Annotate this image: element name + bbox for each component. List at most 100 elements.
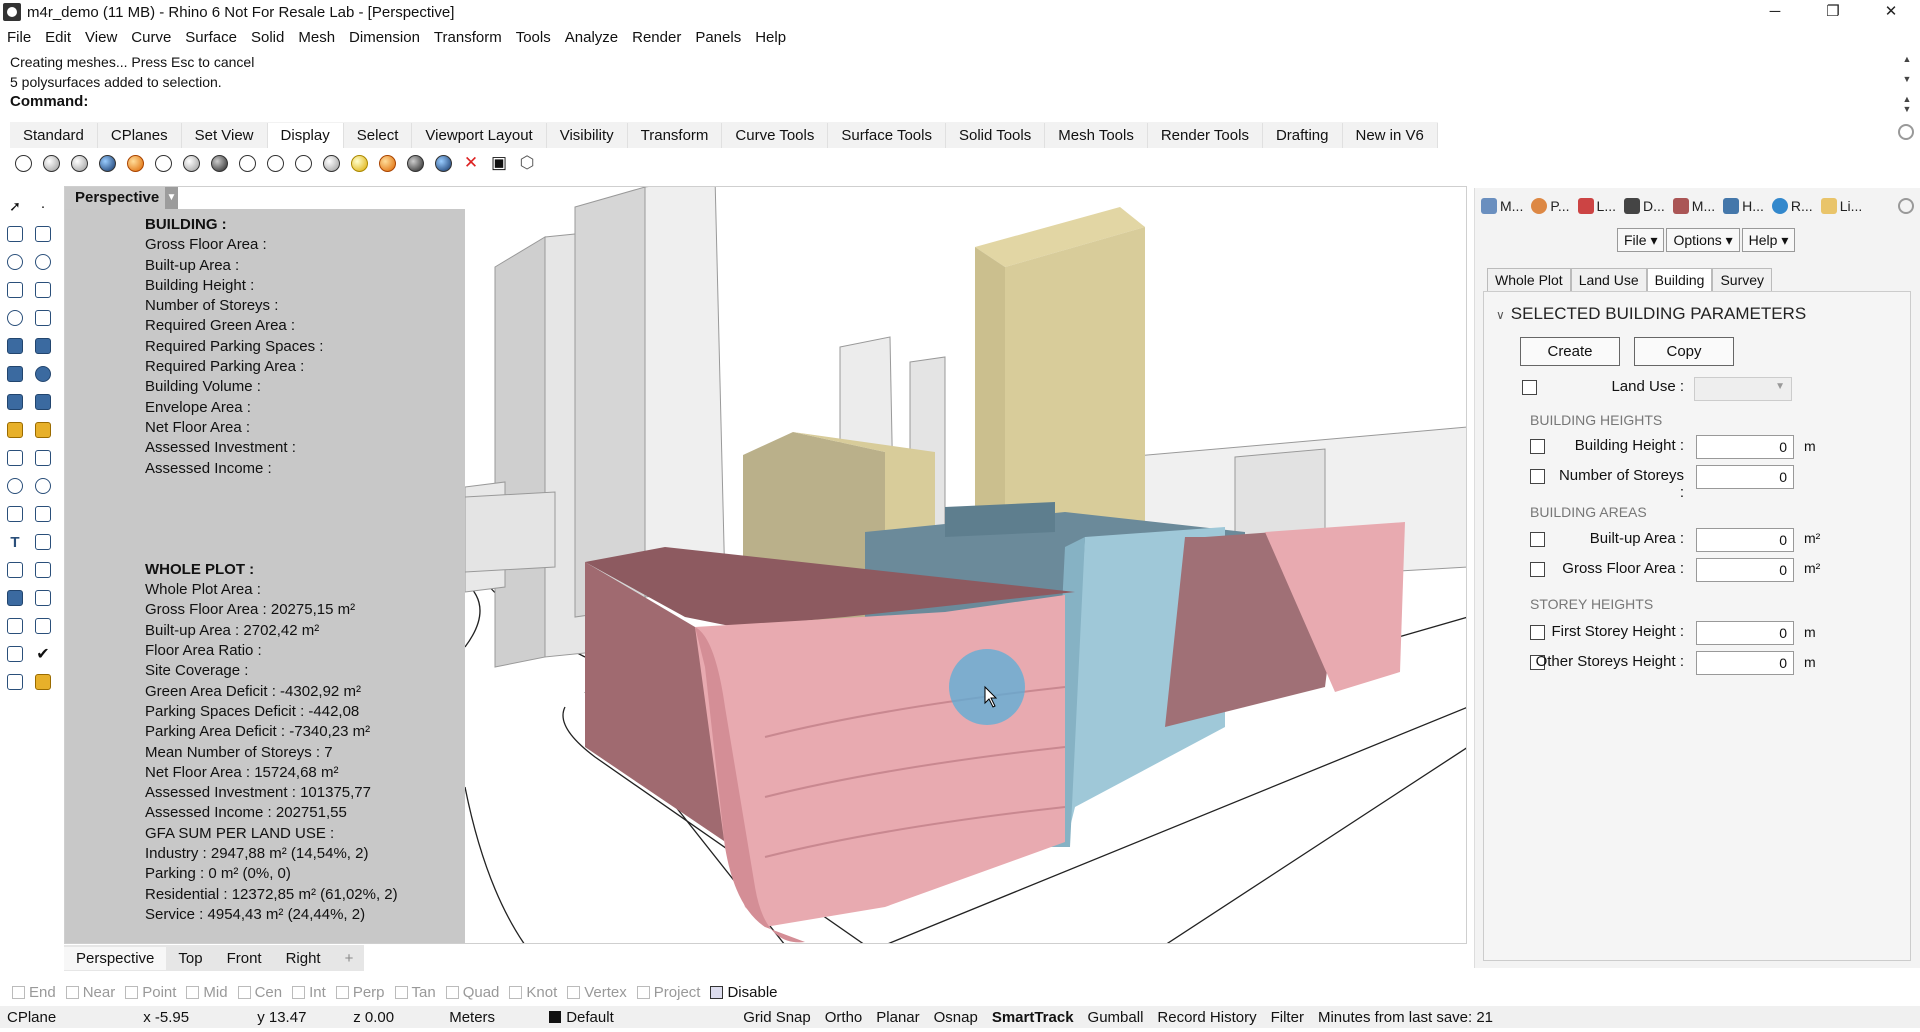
status-osnap[interactable]: Osnap bbox=[927, 1009, 985, 1026]
mesh-icon[interactable] bbox=[32, 391, 54, 413]
menu-solid[interactable]: Solid bbox=[244, 29, 291, 46]
tab-mesh-tools[interactable]: Mesh Tools bbox=[1045, 122, 1148, 148]
menu-curve[interactable]: Curve bbox=[124, 29, 178, 46]
command-scroll-up-icon[interactable]: ▲ bbox=[1900, 94, 1914, 104]
land-use-checkbox[interactable] bbox=[1522, 380, 1537, 395]
arctic-sphere-icon[interactable] bbox=[124, 152, 146, 174]
osnap-tan[interactable]: Tan bbox=[394, 984, 436, 1001]
menu-mesh[interactable]: Mesh bbox=[291, 29, 342, 46]
subtab-whole-plot[interactable]: Whole Plot bbox=[1487, 268, 1571, 292]
menu-panels[interactable]: Panels bbox=[688, 29, 748, 46]
minimize-button[interactable]: ─ bbox=[1746, 0, 1804, 22]
polygon-icon[interactable] bbox=[4, 307, 26, 329]
technical-sphere-icon[interactable] bbox=[180, 152, 202, 174]
fillet-icon[interactable] bbox=[4, 503, 26, 525]
tab-solid-tools[interactable]: Solid Tools bbox=[946, 122, 1046, 148]
other-storeys-input[interactable]: 0 bbox=[1696, 651, 1794, 675]
subtab-building[interactable]: Building bbox=[1646, 268, 1713, 292]
toolbar-settings-gear-icon[interactable] bbox=[1898, 124, 1914, 140]
tab-curve-tools[interactable]: Curve Tools bbox=[722, 122, 829, 148]
tab-standard[interactable]: Standard bbox=[10, 122, 98, 148]
rendered-sphere-icon[interactable] bbox=[96, 152, 118, 174]
subtab-survey[interactable]: Survey bbox=[1712, 268, 1773, 292]
zoom-selected-icon[interactable] bbox=[432, 152, 454, 174]
ghosted-sphere-icon[interactable] bbox=[68, 152, 90, 174]
join-icon[interactable] bbox=[4, 475, 26, 497]
section-sphere-icon[interactable] bbox=[376, 152, 398, 174]
cylinder-icon[interactable] bbox=[4, 391, 26, 413]
panel-tab-materials[interactable]: M... bbox=[1481, 194, 1523, 218]
freeform-icon[interactable] bbox=[32, 307, 54, 329]
menu-dimension[interactable]: Dimension bbox=[342, 29, 427, 46]
tab-transform[interactable]: Transform bbox=[628, 122, 723, 148]
tab-new-in-v6[interactable]: New in V6 bbox=[1343, 122, 1438, 148]
perspective-viewport[interactable]: Perspective ▼ BUILDING : Gross Floor Are… bbox=[64, 186, 1467, 944]
panel-tab-properties[interactable]: P... bbox=[1531, 194, 1570, 218]
menu-edit[interactable]: Edit bbox=[38, 29, 78, 46]
panel-tab-help[interactable]: H... bbox=[1723, 194, 1764, 218]
sphere-solid-icon[interactable] bbox=[32, 363, 54, 385]
menu-help[interactable]: Help bbox=[748, 29, 793, 46]
command-scroll-down-icon[interactable]: ▼ bbox=[1900, 104, 1914, 114]
viewport-tab-top[interactable]: Top bbox=[166, 947, 214, 970]
tab-drafting[interactable]: Drafting bbox=[1263, 122, 1343, 148]
status-planar[interactable]: Planar bbox=[869, 1009, 926, 1026]
storeys-input[interactable]: 0 bbox=[1696, 465, 1794, 489]
panel-tab-display[interactable]: D... bbox=[1624, 194, 1665, 218]
panel-settings-gear-icon[interactable] bbox=[1898, 198, 1914, 214]
close-button[interactable]: ✕ bbox=[1862, 0, 1920, 22]
osnap-cen[interactable]: Cen bbox=[237, 984, 282, 1001]
shaded-sphere-icon[interactable] bbox=[40, 152, 62, 174]
capsule-icon[interactable] bbox=[264, 152, 286, 174]
lightning-icon[interactable] bbox=[32, 419, 54, 441]
scale-icon[interactable] bbox=[32, 531, 54, 553]
gfa-checkbox[interactable] bbox=[1530, 562, 1545, 577]
builtup-area-checkbox[interactable] bbox=[1530, 532, 1545, 547]
storeys-checkbox[interactable] bbox=[1530, 469, 1545, 484]
render-icon[interactable] bbox=[4, 671, 26, 693]
history-scroll-up-icon[interactable]: ▲ bbox=[1900, 54, 1914, 64]
wireframe-sphere-icon[interactable] bbox=[12, 152, 34, 174]
panel-tab-libraries[interactable]: Li... bbox=[1820, 194, 1862, 218]
text-icon[interactable]: T bbox=[4, 531, 26, 553]
align-icon[interactable] bbox=[32, 559, 54, 581]
boolean-icon[interactable] bbox=[4, 419, 26, 441]
section-header[interactable]: ∨ SELECTED BUILDING PARAMETERS bbox=[1496, 304, 1806, 324]
osnap-knot[interactable]: Knot bbox=[509, 984, 557, 1001]
chevron-down-icon[interactable]: ∨ bbox=[1496, 308, 1505, 322]
tab-viewport-layout[interactable]: Viewport Layout bbox=[412, 122, 547, 148]
tab-surface-tools[interactable]: Surface Tools bbox=[828, 122, 946, 148]
menu-transform[interactable]: Transform bbox=[427, 29, 509, 46]
status-smarttrack[interactable]: SmartTrack bbox=[985, 1009, 1081, 1026]
building-height-checkbox[interactable] bbox=[1530, 439, 1545, 454]
gfa-input[interactable]: 0 bbox=[1696, 558, 1794, 582]
3d-scene[interactable] bbox=[465, 187, 1467, 944]
osnap-quad[interactable]: Quad bbox=[445, 984, 499, 1001]
osnap-project[interactable]: Project bbox=[636, 984, 700, 1001]
status-ortho[interactable]: Ortho bbox=[818, 1009, 870, 1026]
subtab-land-use[interactable]: Land Use bbox=[1570, 268, 1647, 292]
viewport-title[interactable]: Perspective bbox=[65, 187, 165, 209]
tab-select[interactable]: Select bbox=[344, 122, 413, 148]
check-icon[interactable]: ✔ bbox=[32, 643, 54, 665]
history-scroll-down-icon[interactable]: ▼ bbox=[1900, 74, 1914, 84]
dimension-icon[interactable] bbox=[32, 587, 54, 609]
status-gumball[interactable]: Gumball bbox=[1081, 1009, 1151, 1026]
panel-file-menu[interactable]: File ▾ bbox=[1617, 228, 1665, 252]
hide-objects-icon[interactable]: ✕ bbox=[460, 152, 482, 174]
viewport-tab-front[interactable]: Front bbox=[215, 947, 274, 970]
panel-tab-rendering[interactable]: R... bbox=[1771, 194, 1813, 218]
first-storey-input[interactable]: 0 bbox=[1696, 621, 1794, 645]
land-use-select[interactable]: ▼ bbox=[1694, 377, 1792, 401]
ellipse-icon[interactable] bbox=[32, 251, 54, 273]
tab-visibility[interactable]: Visibility bbox=[547, 122, 628, 148]
menu-analyze[interactable]: Analyze bbox=[558, 29, 625, 46]
camera-icon[interactable] bbox=[404, 152, 426, 174]
layer-icon[interactable] bbox=[32, 615, 54, 637]
builtup-area-input[interactable]: 0 bbox=[1696, 528, 1794, 552]
osnap-end[interactable]: End bbox=[12, 984, 56, 1001]
select-arrow-icon[interactable]: ➚ bbox=[4, 195, 26, 217]
panel-tab-layers[interactable]: L... bbox=[1577, 194, 1616, 218]
rectangle-icon[interactable] bbox=[32, 279, 54, 301]
status-layer[interactable]: Default bbox=[542, 1009, 736, 1026]
